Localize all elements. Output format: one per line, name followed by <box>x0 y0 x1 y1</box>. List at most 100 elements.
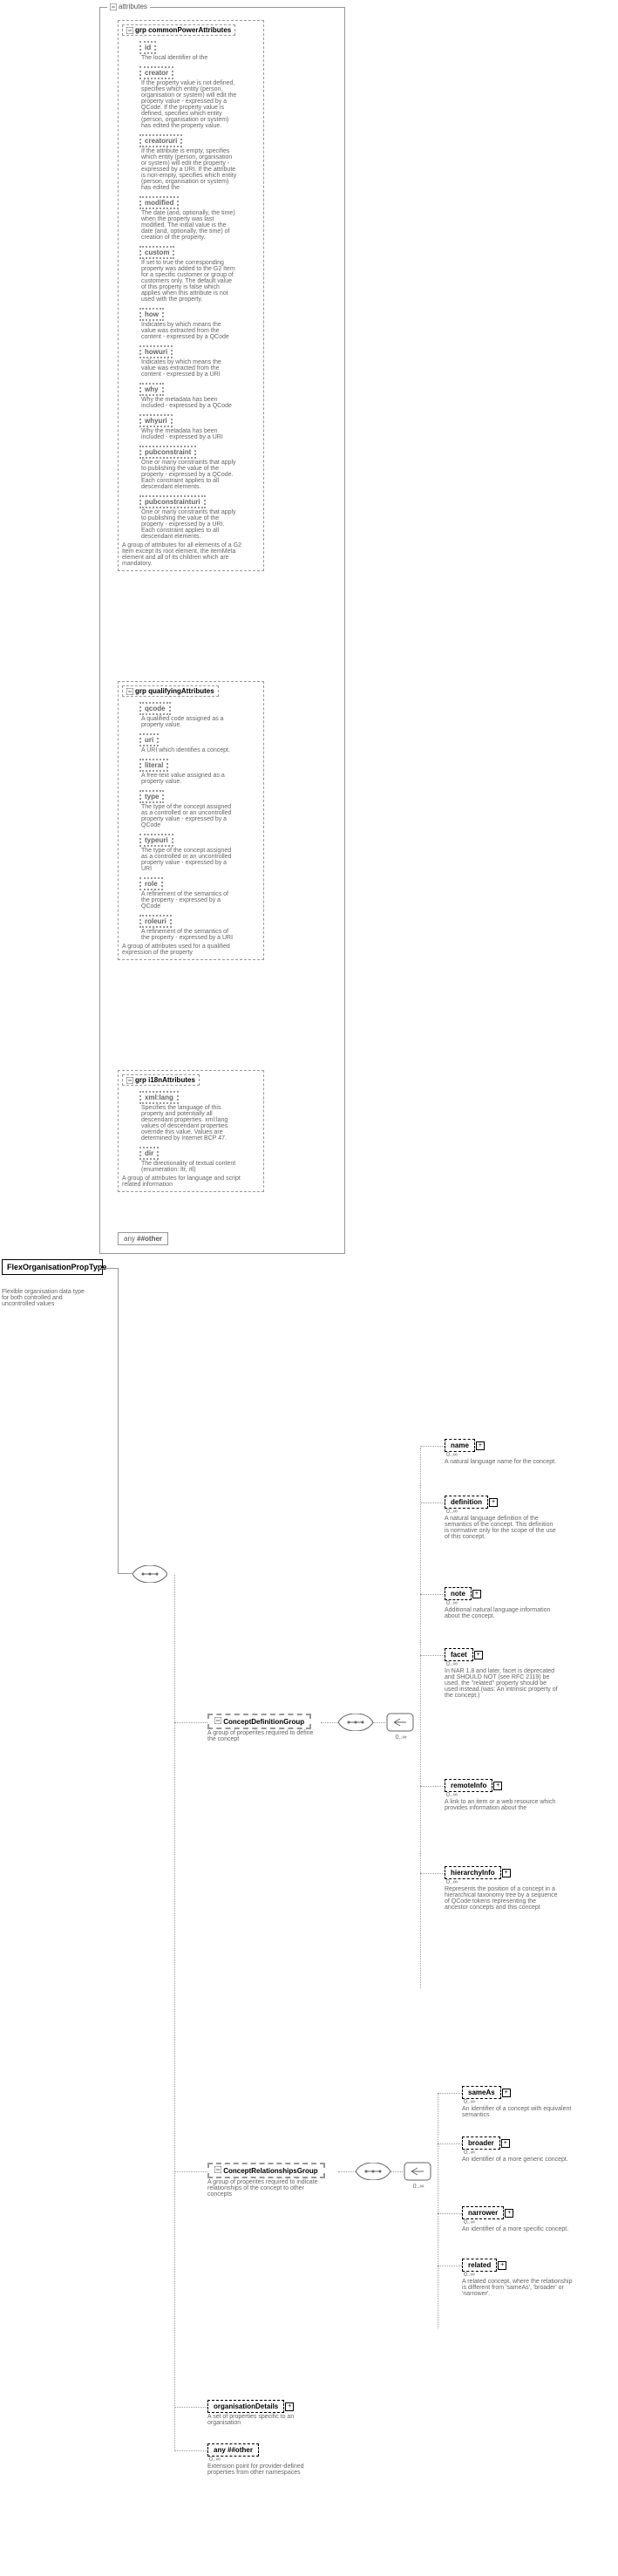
elem-box: sameAs <box>462 2086 501 2099</box>
attr-modified: modifiedThe date (and, optionally, the t… <box>139 196 260 241</box>
attr-label: pubconstraint <box>139 446 196 459</box>
minus-icon <box>110 3 117 10</box>
attr-custom: customIf set to true the corresponding p… <box>139 246 260 303</box>
elem-desc: Additional natural language information … <box>445 1607 558 1619</box>
attr-label: literal <box>139 759 168 772</box>
choice-icon <box>385 1712 415 1733</box>
attr-label: modified <box>139 196 179 209</box>
root-type-name: FlexOrganisationPropType <box>7 1263 98 1271</box>
attr-literal: literalA free-text value assigned as a p… <box>139 759 260 785</box>
expand-icon[interactable]: + <box>502 1869 511 1877</box>
minus-icon <box>214 1717 221 1724</box>
minus-icon <box>126 688 133 695</box>
attr-desc: One or many constraints that apply to pu… <box>141 460 237 490</box>
elem-definition: definition+0..∞A natural language defini… <box>445 1496 558 1540</box>
elem-desc: An identifier of a more specific concept… <box>462 2226 568 2232</box>
elem-occ: 0..∞ <box>464 2219 568 2225</box>
attr-desc: The local identifier of the <box>141 55 237 61</box>
attr-dir: dirThe directionality of textual content… <box>139 1147 260 1173</box>
cdef-occ: 0..∞ <box>387 1734 415 1741</box>
elem-related: related+0..∞A related concept, where the… <box>462 2259 575 2297</box>
attr-desc: If the property value is not defined, sp… <box>141 80 237 129</box>
elem-remoteInfo: remoteInfo+0..∞A link to an item or a we… <box>445 1779 558 1811</box>
elem-box: note <box>445 1587 472 1600</box>
attr-desc: If the attribute is empty, specifies whi… <box>141 148 237 191</box>
expand-icon[interactable]: + <box>493 1782 502 1790</box>
group-title-text: grp i18nAttributes <box>135 1076 195 1084</box>
group-common-power-title: grp commonPowerAttributes <box>122 24 235 36</box>
minus-icon <box>126 1077 133 1084</box>
expand-icon[interactable]: + <box>501 2139 510 2148</box>
attr-desc: The date (and, optionally, the time) whe… <box>141 210 237 241</box>
attributes-container-label: attributes <box>107 3 150 10</box>
attr-label: xml:lang <box>139 1091 179 1104</box>
expand-icon[interactable]: + <box>502 2089 511 2097</box>
attr-label: custom <box>139 246 174 259</box>
expand-icon[interactable]: + <box>476 1441 485 1450</box>
elem-occ: 0..∞ <box>446 1452 556 1458</box>
elem-occ: 0..∞ <box>464 2150 568 2156</box>
attr-desc: Why the metadata has been included - exp… <box>141 397 237 409</box>
attr-qcode: qcodeA qualified code assigned as a prop… <box>139 702 260 728</box>
sequence-icon <box>132 1565 167 1583</box>
elem-box: facet <box>445 1648 473 1661</box>
attr-label: roleuri <box>139 915 172 928</box>
attr-desc: Indicates by which means the value was e… <box>141 322 237 340</box>
attr-pubconstraint: pubconstraintOne or many constraints tha… <box>139 446 260 490</box>
attr-creatoruri: creatoruriIf the attribute is empty, spe… <box>139 134 260 191</box>
elem-desc: An identifier of a concept with equivale… <box>462 2106 575 2118</box>
group-qual-desc: A group of attributes used for a qualifi… <box>122 944 253 956</box>
crel-seq-icon <box>356 2163 390 2182</box>
expand-icon[interactable]: + <box>489 1498 498 1507</box>
expand-icon[interactable]: + <box>498 2261 506 2270</box>
attr-how: howIndicates by which means the value wa… <box>139 308 260 340</box>
expand-icon[interactable]: + <box>474 1651 483 1659</box>
attr-roleuri: roleuriA refinement of the semantics of … <box>139 915 260 941</box>
attr-label: qcode <box>139 702 171 715</box>
sequence-icon <box>356 2163 390 2180</box>
group-common-power: grp commonPowerAttributes idThe local id… <box>118 20 264 571</box>
sequence-icon <box>338 1714 373 1731</box>
organisation-details-node: organisationDetails+ A set of properties… <box>207 2400 321 2426</box>
organisation-details-box: organisationDetails <box>207 2400 284 2413</box>
minus-icon <box>214 2166 221 2173</box>
attr-id: idThe local identifier of the <box>139 41 260 61</box>
attr-label: type <box>139 790 164 803</box>
expand-icon[interactable]: + <box>472 1590 481 1598</box>
root-type-desc: Flexible organisation data type for both… <box>2 1289 92 1307</box>
attr-label: pubconstrainturi <box>139 495 206 508</box>
elem-desc: An identifier of a more generic concept. <box>462 2157 568 2163</box>
cdef-choice-icon: 0..∞ <box>385 1712 415 1741</box>
attr-label: whyuri <box>139 414 173 427</box>
crel-choice-icon: 0..∞ <box>403 2161 432 2190</box>
elem-occ: 0..∞ <box>464 2272 575 2278</box>
cdef-seq-icon <box>338 1714 373 1733</box>
attr-uri: uriA URI which identifies a concept. <box>139 733 260 753</box>
elem-occ: 0..∞ <box>446 1661 558 1667</box>
group-i18n-desc: A group of attributes for language and s… <box>122 1176 253 1188</box>
attr-desc: A URI which identifies a concept. <box>141 747 237 753</box>
elem-occ: 0..∞ <box>446 1792 558 1798</box>
attr-desc: A refinement of the semantics of the pro… <box>141 929 237 941</box>
wildcard-attr: any ##other <box>118 1232 168 1245</box>
group-common-desc: A group of attributes for all elements o… <box>122 542 253 567</box>
wildcard-elem-node: any ##other 0..∞ Extension point for pro… <box>207 2443 321 2476</box>
elem-box: name <box>445 1439 475 1452</box>
elem-hierarchyInfo: hierarchyInfo+0..∞Represents the positio… <box>445 1866 558 1911</box>
attr-desc: Indicates by which means the value was e… <box>141 359 237 378</box>
elem-box: remoteInfo <box>445 1779 492 1792</box>
elem-box: related <box>462 2259 497 2272</box>
expand-icon[interactable]: + <box>285 2402 294 2411</box>
root-type-box: FlexOrganisationPropType <box>2 1259 103 1275</box>
concept-definition-desc: A group of properites required to define… <box>207 1730 321 1742</box>
main-sequence-icon <box>132 1565 167 1584</box>
attr-label: uri <box>139 733 159 746</box>
wildcard-attr-box: any ##other <box>118 1232 168 1245</box>
crel-occ: 0..∞ <box>404 2184 432 2190</box>
elem-box: narrower <box>462 2206 504 2219</box>
elem-desc: Represents the position of a concept in … <box>445 1886 558 1911</box>
attr-desc: If set to true the corresponding propert… <box>141 260 237 303</box>
expand-icon[interactable]: + <box>505 2209 513 2218</box>
attr-xml-lang: xml:langSpecifies the language of this p… <box>139 1091 260 1141</box>
elem-desc: In NAR 1.8 and later, facet is deprecate… <box>445 1668 558 1699</box>
